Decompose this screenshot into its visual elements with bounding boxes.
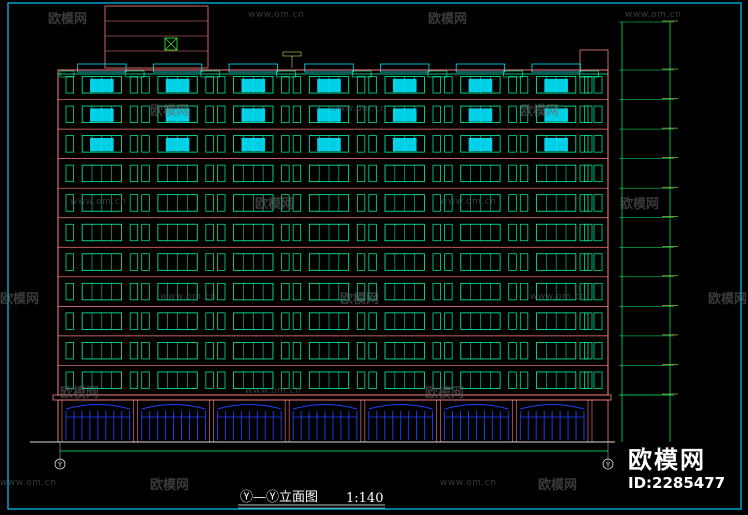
balcony-glass	[392, 78, 417, 93]
watermark-logo: 欧模网	[150, 104, 190, 119]
elevation-drawing: Y Y Ⓨ—Ⓨ立面图 1:140	[0, 0, 748, 515]
brand-id-text: ID:2285477	[628, 474, 726, 492]
balcony-glass	[241, 78, 266, 93]
watermark-url: www.om.cn	[160, 292, 217, 302]
balcony-glass	[90, 137, 114, 152]
balcony-glass	[90, 108, 114, 122]
watermark-logo: 欧模网	[0, 292, 40, 307]
balcony-glass	[392, 137, 417, 152]
watermark-url: www.om.cn	[625, 10, 682, 20]
watermark-url: www.om.cn	[330, 104, 387, 114]
drawing-title: Ⓨ—Ⓨ立面图	[240, 490, 318, 505]
balcony-glass	[90, 78, 114, 93]
watermark-url: www.om.cn	[248, 10, 305, 20]
balcony-glass	[165, 78, 190, 93]
balcony-glass	[241, 137, 266, 152]
watermark-logo: 欧模网	[425, 386, 465, 401]
balcony-glass	[544, 137, 568, 152]
watermark-logo: 欧模网	[538, 478, 578, 493]
watermark-logo: 欧模网	[340, 292, 380, 307]
watermark-logo: 欧模网	[708, 292, 748, 307]
axis-label-left: Y	[57, 461, 63, 469]
balcony-glass	[468, 78, 493, 93]
watermark-logo: 欧模网	[150, 478, 190, 493]
watermark-url: www.om.cn	[245, 386, 302, 396]
balcony-glass	[317, 78, 341, 93]
balcony-glass	[468, 108, 493, 122]
watermark-url: www.om.cn	[530, 292, 587, 302]
watermark-logo: 欧模网	[60, 386, 100, 401]
axis-label-right: Y	[605, 461, 611, 469]
watermark-logo: 欧模网	[428, 12, 468, 27]
watermark-logo: 欧模网	[620, 197, 660, 212]
watermark-url: www.om.cn	[70, 197, 127, 207]
watermark-url: www.om.cn	[0, 478, 57, 488]
balcony-glass	[241, 108, 266, 122]
balcony-glass	[468, 137, 493, 152]
balcony-glass	[392, 108, 417, 122]
brand-logo-text: 欧模网	[628, 446, 706, 474]
watermark-logo: 欧模网	[520, 104, 560, 119]
balcony-glass	[317, 137, 341, 152]
balcony-glass	[544, 78, 568, 93]
watermark-url: www.om.cn	[440, 197, 497, 207]
balcony-glass	[165, 137, 190, 152]
watermark-logo: 欧模网	[48, 12, 88, 27]
canvas-background	[0, 0, 748, 515]
watermark-url: www.om.cn	[440, 478, 497, 488]
watermark-logo: 欧模网	[255, 197, 295, 212]
drawing-scale: 1:140	[346, 491, 383, 506]
